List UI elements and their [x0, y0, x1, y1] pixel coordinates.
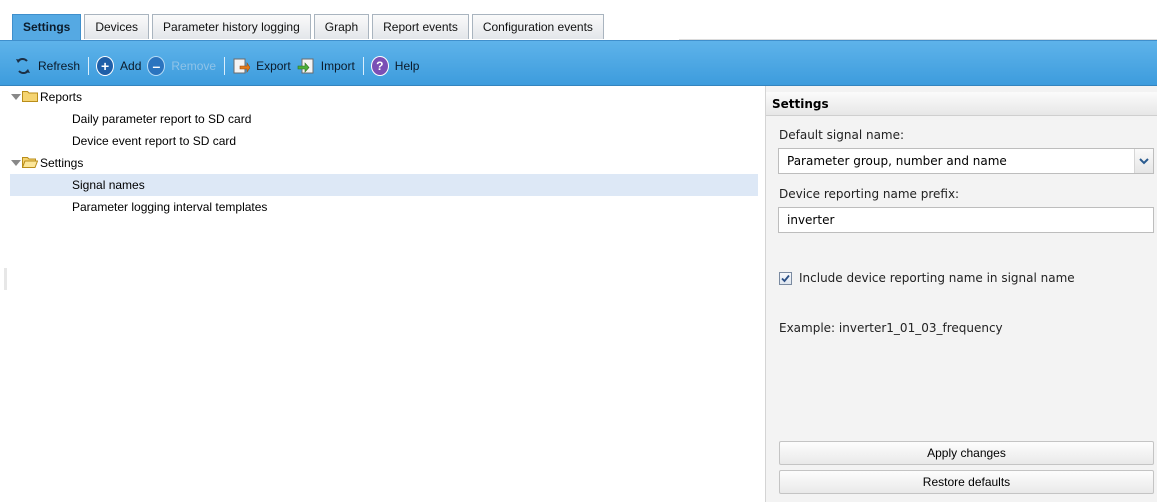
add-icon: + — [96, 56, 115, 76]
tab-parameter-history-logging[interactable]: Parameter history logging — [152, 14, 311, 39]
refresh-icon — [14, 57, 32, 75]
help-icon: ? — [370, 56, 389, 76]
export-button[interactable]: Export — [232, 57, 291, 75]
tree-item-signal-names[interactable]: Signal names — [10, 174, 758, 196]
export-icon — [232, 57, 251, 75]
tab-devices[interactable]: Devices — [84, 14, 150, 39]
tab-list: Settings Devices Parameter history loggi… — [12, 14, 607, 40]
restore-defaults-button[interactable]: Restore defaults — [779, 470, 1154, 494]
add-button[interactable]: + Add — [96, 56, 142, 76]
apply-changes-button[interactable]: Apply changes — [779, 441, 1154, 465]
tab-bar: Settings Devices Parameter history loggi… — [0, 0, 1157, 40]
tree-item-parameter-logging-interval-templates[interactable]: Parameter logging interval templates — [10, 196, 758, 218]
import-icon — [297, 57, 315, 75]
dropdown-arrow-icon[interactable] — [1134, 149, 1153, 173]
expander-icon[interactable] — [11, 160, 21, 166]
default-signal-name-select[interactable]: Parameter group, number and name — [778, 148, 1154, 174]
tab-settings[interactable]: Settings — [12, 14, 82, 40]
tree-item-daily-parameter-report[interactable]: Daily parameter report to SD card — [10, 108, 758, 130]
tree-node-reports[interactable]: Reports — [10, 86, 758, 108]
tree-view: Reports Daily parameter report to SD car… — [10, 86, 758, 502]
remove-button[interactable]: – Remove — [147, 56, 217, 76]
include-name-checkbox[interactable] — [779, 272, 792, 285]
include-name-label: Include device reporting name in signal … — [799, 271, 1075, 285]
export-label: Export — [256, 59, 291, 73]
select-value: Parameter group, number and name — [787, 154, 1007, 168]
prefix-label: Device reporting name prefix: — [779, 187, 960, 201]
expander-icon[interactable] — [11, 94, 21, 100]
example-text: Example: inverter1_01_03_frequency — [779, 321, 1003, 335]
help-label: Help — [394, 59, 420, 73]
import-button[interactable]: Import — [297, 57, 355, 75]
add-label: Add — [120, 59, 142, 73]
tab-graph[interactable]: Graph — [313, 14, 370, 39]
tree-item-device-event-report[interactable]: Device event report to SD card — [10, 130, 758, 152]
toolbar-separator — [88, 57, 90, 75]
tree-item-label: Daily parameter report to SD card — [72, 112, 252, 126]
remove-label: Remove — [171, 59, 217, 73]
tab-report-events[interactable]: Report events — [372, 14, 469, 39]
default-signal-name-label: Default signal name: — [779, 128, 905, 142]
settings-panel: Settings Default signal name: Parameter … — [765, 86, 1157, 502]
toolbar-separator — [224, 57, 226, 75]
toolbar: Refresh + Add – Remove Export Import ? H… — [0, 40, 1157, 86]
import-label: Import — [320, 59, 355, 73]
checkbox-check-icon — [781, 274, 790, 283]
tree-item-label: Device event report to SD card — [72, 134, 237, 148]
tab-bar-fill — [679, 14, 1157, 40]
help-button[interactable]: ? Help — [370, 56, 420, 76]
tab-configuration-events[interactable]: Configuration events — [471, 14, 604, 39]
folder-open-icon — [22, 157, 38, 168]
tree-item-label: Signal names — [72, 178, 145, 192]
prefix-input[interactable] — [778, 207, 1154, 233]
toolbar-separator — [362, 57, 364, 75]
remove-icon: – — [147, 56, 166, 76]
refresh-label: Refresh — [38, 59, 81, 73]
panel-header: Settings — [766, 92, 1157, 116]
splitter-handle[interactable] — [4, 268, 7, 290]
tree-item-label: Parameter logging interval templates — [72, 200, 268, 214]
folder-icon — [22, 91, 38, 102]
tree-node-settings[interactable]: Settings — [10, 152, 758, 174]
tree-node-label: Reports — [40, 90, 83, 104]
refresh-button[interactable]: Refresh — [14, 57, 80, 75]
tree-node-label: Settings — [40, 156, 84, 170]
